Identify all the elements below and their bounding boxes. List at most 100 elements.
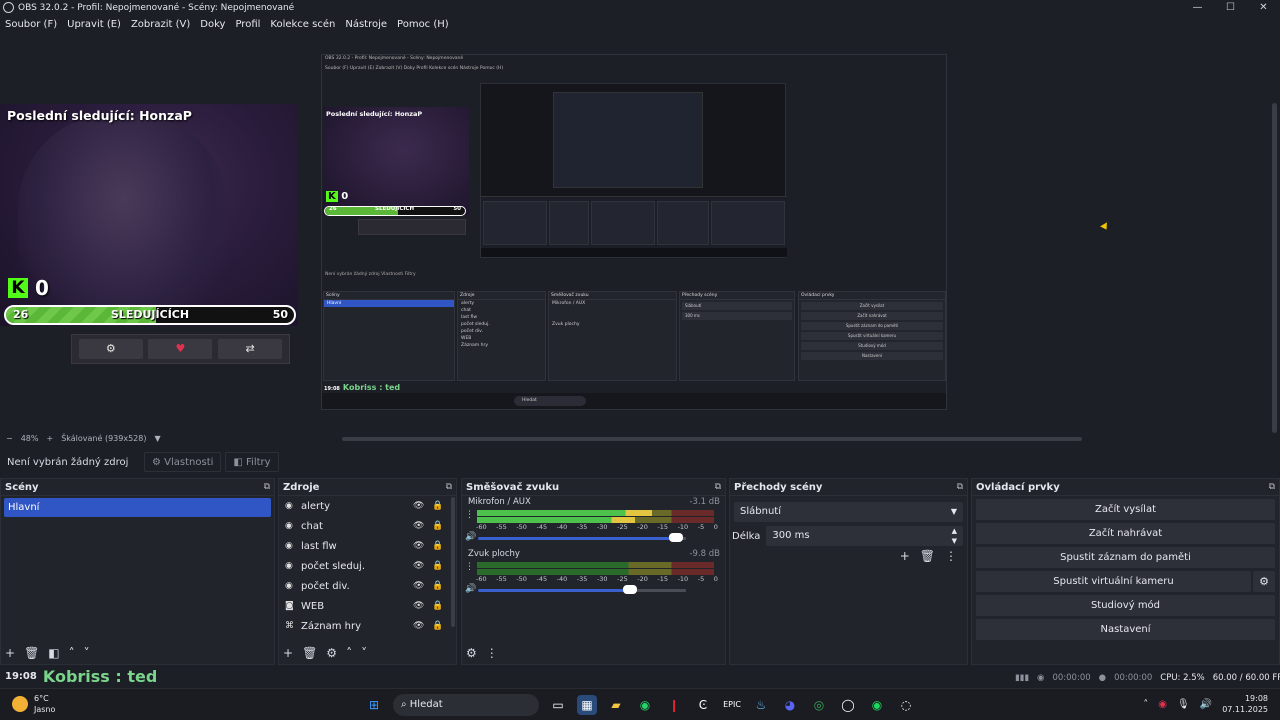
source-item[interactable]: ◉ chat 👁 🔒 <box>279 516 456 536</box>
eye-icon[interactable]: 👁 <box>413 541 424 551</box>
volume-slider[interactable] <box>478 537 686 540</box>
chrome-icon[interactable]: ◎ <box>809 695 829 715</box>
source-item[interactable]: ◙ WEB 👁 🔒 <box>279 596 456 616</box>
spotify-icon[interactable]: ◉ <box>867 695 887 715</box>
lock-icon[interactable]: 🔒 <box>432 581 443 591</box>
source-settings-icon[interactable]: ⚙ <box>326 646 337 660</box>
undock-icon[interactable]: ⧉ <box>957 479 963 496</box>
eye-icon[interactable]: 👁 <box>413 621 424 631</box>
menu-docks[interactable]: Doky <box>200 19 225 30</box>
sources-scrollbar[interactable] <box>451 497 455 627</box>
channel-menu-icon[interactable]: ⋮ <box>465 562 474 572</box>
menu-edit[interactable]: Upravit (E) <box>67 19 121 30</box>
channel-menu-icon[interactable]: ⋮ <box>465 510 474 520</box>
volume-knob[interactable] <box>622 585 637 594</box>
lock-icon[interactable]: 🔒 <box>432 561 443 571</box>
filters-button[interactable]: ◧ Filtry <box>225 452 279 472</box>
clock-widget[interactable]: 19:08 07.11.2025 <box>1222 693 1268 715</box>
overlay-settings-icon[interactable]: ⚙ <box>78 339 143 359</box>
volume-icon[interactable]: 🔊 <box>1200 699 1212 710</box>
source-item[interactable]: ◉ počet sleduj. 👁 🔒 <box>279 556 456 576</box>
mixer-menu-icon[interactable]: ⋮ <box>486 646 498 660</box>
start-streaming-button[interactable]: Začít vysílat <box>976 499 1275 520</box>
eye-icon[interactable]: 👁 <box>413 501 424 511</box>
properties-button[interactable]: ⚙ Vlastnosti <box>144 452 222 472</box>
tray-chevron-icon[interactable]: ˄ <box>1143 699 1148 710</box>
eye-icon[interactable]: 👁 <box>413 581 424 591</box>
volume-knob[interactable] <box>668 533 683 542</box>
eye-icon[interactable]: 👁 <box>413 601 424 611</box>
lock-icon[interactable]: 🔒 <box>432 501 443 511</box>
lock-icon[interactable]: 🔒 <box>432 621 443 631</box>
scaling-dropdown-icon[interactable]: ▼ <box>154 434 160 443</box>
start-replay-buffer-button[interactable]: Spustit záznam do paměti <box>976 547 1275 568</box>
app-icon[interactable]: ❙ <box>664 695 684 715</box>
undock-icon[interactable]: ⧉ <box>446 479 452 496</box>
volume-slider[interactable] <box>478 589 686 592</box>
windows-start-icon[interactable]: ⊞ <box>364 695 384 715</box>
undock-icon[interactable]: ⧉ <box>1269 479 1275 496</box>
move-down-icon[interactable]: ˅ <box>84 646 90 660</box>
lock-icon[interactable]: 🔒 <box>432 521 443 531</box>
scaling-mode[interactable]: Škálované (939x528) <box>61 434 146 443</box>
taskbar-search[interactable]: ⌕ Hledat <box>393 694 539 716</box>
undock-icon[interactable]: ⧉ <box>715 479 721 496</box>
steam-icon[interactable]: ♨ <box>751 695 771 715</box>
add-scene-icon[interactable]: + <box>5 646 15 660</box>
studio-mode-button[interactable]: Studiový mód <box>976 595 1275 616</box>
whatsapp-icon[interactable]: ◉ <box>635 695 655 715</box>
preview-vertical-scrollbar[interactable] <box>1270 33 1280 433</box>
move-up-icon[interactable]: ˄ <box>69 646 75 660</box>
overlay-heart-icon[interactable]: ♥ <box>148 339 213 359</box>
epic-games-icon[interactable]: EPIC <box>722 695 742 715</box>
folder-icon[interactable]: ▰ <box>606 695 626 715</box>
transition-select[interactable]: Slábnutí ▼ <box>734 502 963 522</box>
scene-item-hlavni[interactable]: Hlavní <box>4 498 271 517</box>
source-item[interactable]: ◉ last flw 👁 🔒 <box>279 536 456 556</box>
transition-menu-icon[interactable]: ⋮ <box>945 549 957 563</box>
start-recording-button[interactable]: Začít nahrávat <box>976 523 1275 544</box>
tray-app-icon[interactable]: ◉ <box>1158 699 1167 710</box>
app-icon[interactable]: Ͼ <box>693 695 713 715</box>
menu-scene-collection[interactable]: Kolekce scén <box>270 19 335 30</box>
overlay-swap-icon[interactable]: ⇄ <box>218 339 283 359</box>
preview-horizontal-scrollbar[interactable] <box>342 437 1082 441</box>
menu-help[interactable]: Pomoc (H) <box>397 19 449 30</box>
weather-widget[interactable]: 6°C Jasno <box>12 693 55 715</box>
app-icon[interactable]: ◌ <box>896 695 916 715</box>
remove-source-icon[interactable]: 🗑 <box>302 646 317 660</box>
discord-icon[interactable]: ◕ <box>780 695 800 715</box>
minimize-button[interactable]: — <box>1181 0 1214 15</box>
source-item[interactable]: ◉ počet div. 👁 🔒 <box>279 576 456 596</box>
menu-tools[interactable]: Nástroje <box>345 19 387 30</box>
start-virtual-camera-button[interactable]: Spustit virtuální kameru <box>976 571 1251 592</box>
move-down-icon[interactable]: ˅ <box>361 646 367 660</box>
advanced-audio-icon[interactable]: ⚙ <box>466 646 477 660</box>
zoom-in-button[interactable]: + <box>46 434 53 443</box>
task-view-icon[interactable]: ▭ <box>548 695 568 715</box>
remove-scene-icon[interactable]: 🗑 <box>24 646 39 660</box>
scene-filters-icon[interactable]: ◧ <box>48 646 59 660</box>
gear-icon[interactable]: ⚙ <box>1253 571 1275 592</box>
lock-icon[interactable]: 🔒 <box>432 601 443 611</box>
close-button[interactable]: ✕ <box>1247 0 1280 15</box>
scrollbar-thumb[interactable] <box>1272 103 1277 433</box>
spinner-icon[interactable]: ▲ ▼ <box>952 526 957 546</box>
store-icon[interactable]: ▦ <box>577 695 597 715</box>
eye-icon[interactable]: 👁 <box>413 521 424 531</box>
eye-icon[interactable]: 👁 <box>413 561 424 571</box>
obs-icon[interactable]: ◯ <box>838 695 858 715</box>
add-transition-icon[interactable]: + <box>900 549 910 563</box>
microphone-icon[interactable]: 🎙 <box>1177 699 1190 710</box>
move-up-icon[interactable]: ˄ <box>346 646 352 660</box>
settings-button[interactable]: Nastavení <box>976 619 1275 640</box>
source-item[interactable]: ⌘ Záznam hry 👁 🔒 <box>279 616 456 636</box>
maximize-button[interactable]: ☐ <box>1214 0 1247 15</box>
undock-icon[interactable]: ⧉ <box>264 479 270 496</box>
source-item[interactable]: ◉ alerty 👁 🔒 <box>279 496 456 516</box>
speaker-icon[interactable]: 🔊 <box>465 532 476 542</box>
menu-profile[interactable]: Profil <box>235 19 260 30</box>
duration-input[interactable]: 300 ms ▲ ▼ <box>766 526 963 546</box>
speaker-icon[interactable]: 🔊 <box>465 584 476 594</box>
zoom-out-button[interactable]: − <box>6 434 13 443</box>
